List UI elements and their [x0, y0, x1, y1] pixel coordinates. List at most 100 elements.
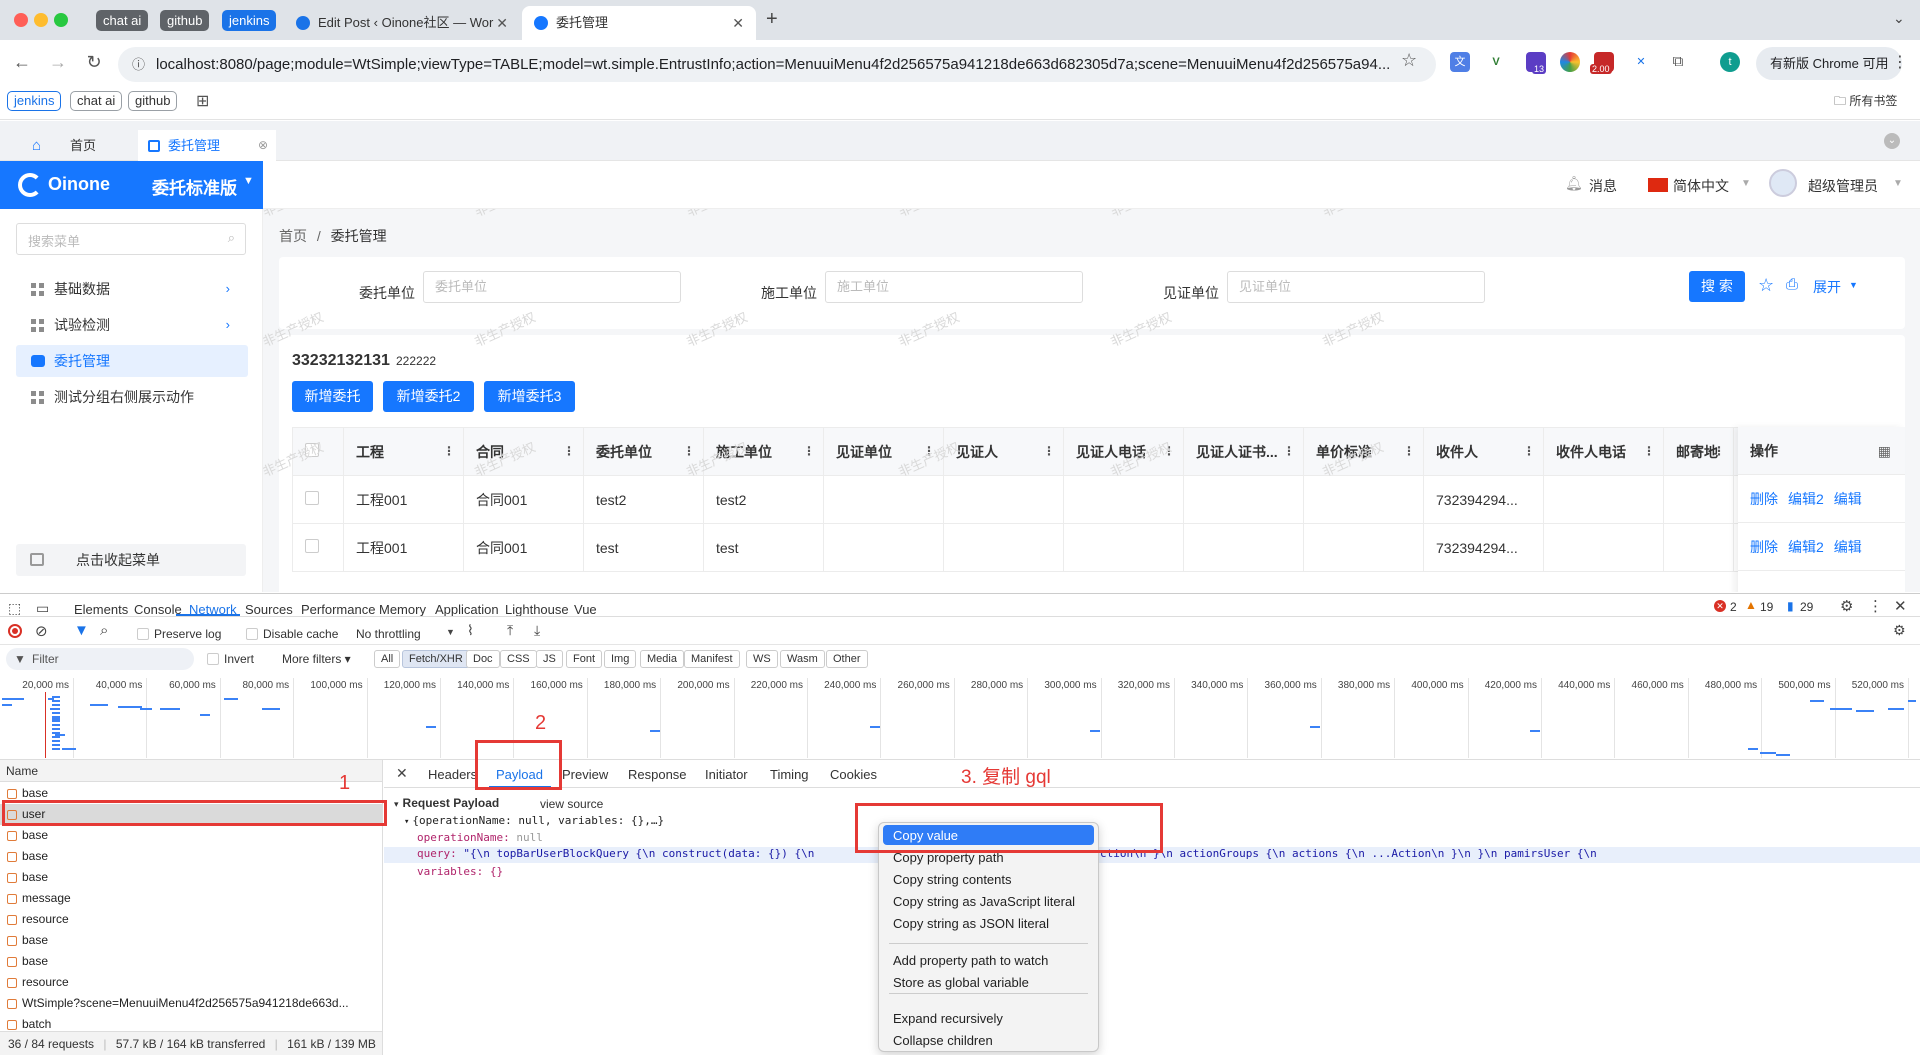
column-header[interactable]: 见证人证书... ⋮ — [1183, 427, 1304, 476]
devtools-tab-performance[interactable]: Performance — [301, 602, 375, 617]
type-filter-wasm[interactable]: Wasm — [780, 650, 825, 668]
language-selector[interactable]: 简体中文 — [1673, 176, 1729, 196]
payload-operation-name[interactable]: operationName: null — [417, 831, 543, 844]
column-header[interactable]: 施工单位 ⋮ — [703, 427, 824, 476]
type-filter-other[interactable]: Other — [826, 650, 868, 668]
new-tab-button[interactable]: + — [766, 8, 778, 31]
request-row-base[interactable]: base — [0, 825, 382, 846]
filter-input[interactable]: ▼ Filter — [6, 648, 194, 670]
row-checkbox[interactable] — [305, 539, 319, 553]
row-checkbox[interactable] — [305, 491, 319, 505]
warning-count[interactable]: 19 — [1760, 600, 1773, 614]
type-filter-font[interactable]: Font — [566, 650, 603, 668]
devtools-tab-memory[interactable]: Memory — [379, 602, 426, 617]
more-options-icon[interactable]: ⋮ — [1868, 597, 1883, 615]
column-header[interactable]: 收件人电话 ⋮ — [1543, 427, 1664, 476]
column-menu-icon[interactable]: ⋮ — [923, 444, 935, 458]
chrome-update-button[interactable]: 有新版 Chrome 可用 — [1756, 47, 1903, 80]
close-window-button[interactable] — [14, 13, 28, 27]
request-payload-section[interactable]: ▾ Request Payload — [394, 796, 499, 810]
menu-search-input[interactable]: 搜索菜单 ⌕ — [16, 223, 246, 255]
payload-variables[interactable]: variables: {} — [417, 865, 503, 878]
site-info-icon[interactable]: ⓘ — [132, 47, 145, 82]
record-icon[interactable] — [8, 624, 22, 638]
close-tab-icon[interactable]: ✕ — [732, 6, 744, 40]
browser-tab-active[interactable]: 委托管理 ✕ — [522, 6, 756, 40]
invert-checkbox[interactable]: Invert — [207, 652, 254, 666]
inspect-element-icon[interactable]: ⬚ — [8, 600, 21, 617]
type-filter-all[interactable]: All — [374, 650, 401, 668]
devtools-tab-console[interactable]: Console — [134, 602, 182, 617]
close-devtools-icon[interactable]: ✕ — [1894, 597, 1907, 615]
column-menu-icon[interactable]: ⋮ — [1283, 444, 1295, 458]
minimize-window-button[interactable] — [34, 13, 48, 27]
throttling-select[interactable]: No throttling — [356, 627, 421, 641]
column-header[interactable]: 见证单位 ⋮ — [823, 427, 944, 476]
context-menu-item-store-as-global-variable[interactable]: Store as global variable — [893, 975, 1029, 990]
construction-unit-input[interactable]: 施工单位 — [825, 271, 1083, 303]
print-icon[interactable]: ⎙ — [1786, 276, 1798, 293]
close-detail-icon[interactable]: ✕ — [396, 765, 408, 782]
address-bar[interactable]: ⓘ localhost:8080/page;module=WtSimple;vi… — [118, 47, 1436, 82]
detail-tab-response[interactable]: Response — [628, 767, 687, 782]
column-header[interactable]: 工程 ⋮ — [343, 427, 464, 476]
collapse-menu-button[interactable]: 点击收起菜单 — [16, 544, 246, 576]
network-overview-timeline[interactable]: 20,000 ms 40,000 ms 60,000 ms 80,000 ms 100,… — [0, 678, 1920, 760]
browser-tab-edit-post[interactable]: Edit Post ‹ Oinone社区 — Wor ✕ — [284, 6, 520, 40]
column-menu-icon[interactable]: ⋮ — [683, 444, 695, 458]
request-row-base[interactable]: base — [0, 930, 382, 951]
column-header[interactable]: 邮寄地 ⋮ — [1663, 427, 1734, 476]
network-settings-icon[interactable]: ⚙ — [1893, 622, 1906, 639]
column-header[interactable]: 见证人 ⋮ — [943, 427, 1064, 476]
context-menu-item-copy-string-as-json-literal[interactable]: Copy string as JSON literal — [893, 916, 1049, 931]
messages-link[interactable]: 消息 — [1589, 176, 1617, 196]
x-extension-icon[interactable]: ✕ — [1631, 52, 1651, 72]
row-select-cell[interactable] — [292, 475, 344, 524]
search-button[interactable]: 搜 索 — [1689, 271, 1745, 302]
pinned-tab-jenkins[interactable]: jenkins — [222, 10, 277, 31]
context-menu-item-expand-recursively[interactable]: Expand recursively — [893, 1011, 1003, 1026]
network-conditions-icon[interactable]: ⌇ — [467, 622, 474, 639]
column-settings-icon[interactable]: ▦ — [1878, 427, 1891, 475]
user-name[interactable]: 超级管理员 — [1808, 176, 1878, 196]
context-menu-item-copy-string-as-javascript-literal[interactable]: Copy string as JavaScript literal — [893, 894, 1075, 909]
settings-gear-icon[interactable]: ⚙ — [1840, 597, 1853, 615]
device-toolbar-icon[interactable]: ▭ — [36, 600, 49, 617]
table-row[interactable]: 工程001 合同001 test test 732394294... — [292, 523, 1759, 572]
maximize-window-button[interactable] — [54, 13, 68, 27]
context-menu-item-add-property-path-to-watch[interactable]: Add property path to watch — [893, 953, 1048, 968]
search-icon[interactable]: ⌕ — [100, 622, 108, 639]
error-count[interactable]: 2 — [1730, 600, 1737, 614]
column-menu-icon[interactable]: ⋮ — [1523, 444, 1535, 458]
sidebar-item-basic-data[interactable]: 基础数据 › — [16, 273, 248, 305]
request-row-base[interactable]: base — [0, 867, 382, 888]
sidebar-item-testing[interactable]: 试验检测 › — [16, 309, 248, 341]
breadcrumb-home[interactable]: 首页 — [279, 228, 307, 244]
type-filter-ws[interactable]: WS — [746, 650, 778, 668]
column-menu-icon[interactable]: ⋮ — [563, 444, 575, 458]
devtools-tab-sources[interactable]: Sources — [245, 602, 293, 617]
user-avatar[interactable] — [1769, 169, 1797, 197]
context-menu-item-collapse-children[interactable]: Collapse children — [893, 1033, 993, 1048]
column-header[interactable]: 合同 ⋮ — [463, 427, 584, 476]
edit2-link[interactable]: 编辑2 — [1788, 491, 1824, 507]
reload-icon[interactable]: ↻ — [82, 52, 106, 73]
request-row-resource[interactable]: resource — [0, 972, 382, 993]
bookmark-star-icon[interactable]: ☆ — [1401, 50, 1417, 71]
clear-icon[interactable]: ⊘ — [35, 622, 48, 640]
search-icon[interactable]: ⌕ — [228, 230, 235, 246]
devtools-tab-lighthouse[interactable]: Lighthouse — [505, 602, 569, 617]
extensions-puzzle-icon[interactable]: ⧉ — [1668, 52, 1688, 72]
detail-tab-cookies[interactable]: Cookies — [830, 767, 877, 782]
pinned-tab-github[interactable]: github — [160, 10, 210, 31]
request-row-resource[interactable]: resource — [0, 909, 382, 930]
add-entrust-button[interactable]: 新增委托 — [292, 381, 373, 412]
payload-summary[interactable]: ▾ {operationName: null, variables: {},…} — [404, 814, 664, 827]
bookmark-github[interactable]: github — [128, 91, 178, 111]
edit-link[interactable]: 编辑 — [1834, 491, 1862, 507]
detail-tab-headers[interactable]: Headers — [428, 767, 477, 782]
export-har-icon[interactable]: ⤓ — [534, 622, 540, 639]
delete-link[interactable]: 删除 — [1750, 491, 1778, 507]
witness-unit-input[interactable]: 见证单位 — [1227, 271, 1485, 303]
tabs-dropdown-icon[interactable]: ⌄ — [1884, 133, 1900, 149]
